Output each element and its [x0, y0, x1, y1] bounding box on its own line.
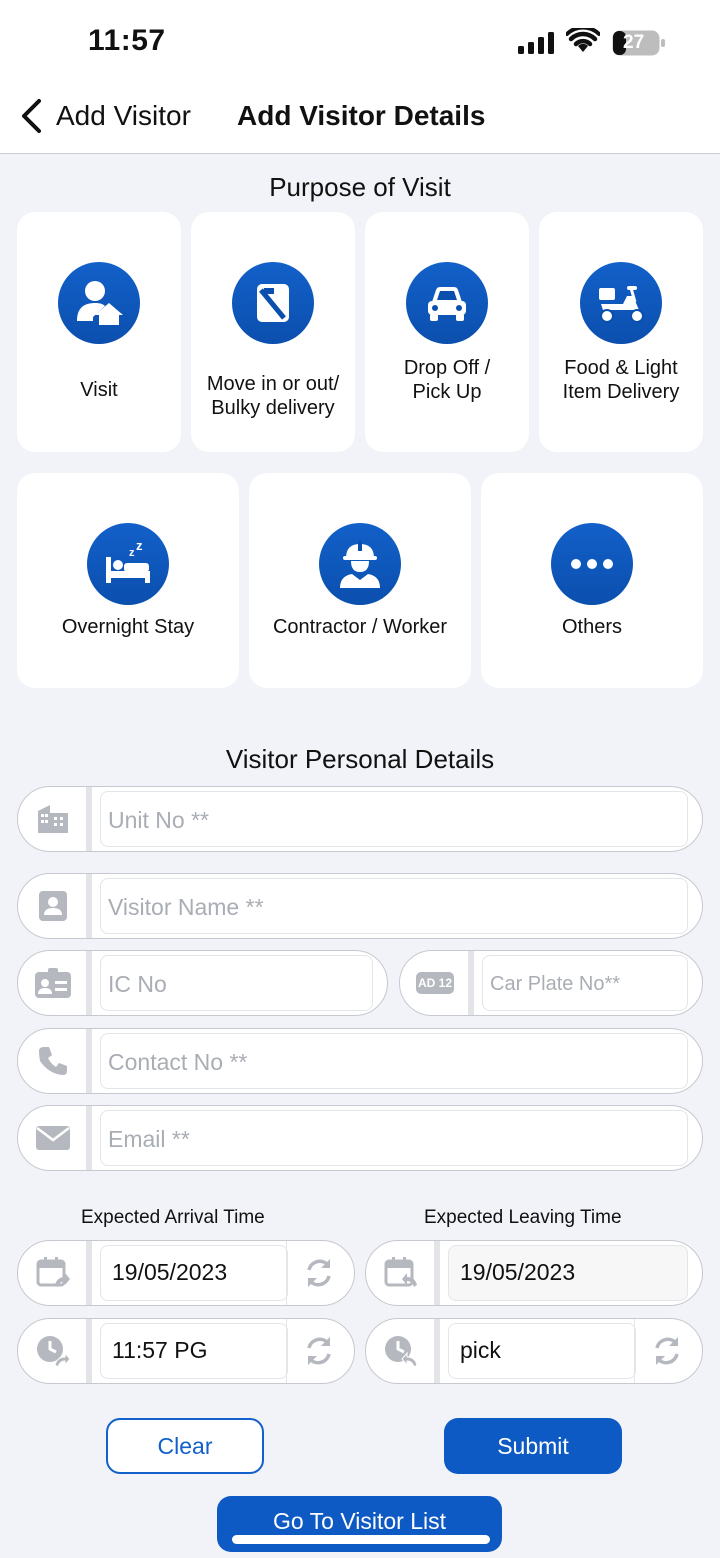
car-plate-input[interactable]	[490, 961, 690, 1007]
purpose-card-dropoff[interactable]: Drop Off / Pick Up	[365, 212, 529, 452]
purpose-label-delivery: Food & Light Item Delivery	[562, 357, 680, 403]
arrival-time-field[interactable]: 11:57 PG	[17, 1318, 355, 1384]
purpose-card-others[interactable]: Others	[481, 473, 703, 688]
building-icon	[18, 787, 88, 851]
calendar-leaving-icon	[366, 1241, 436, 1305]
arrival-date-field[interactable]: 19/05/2023	[17, 1240, 355, 1306]
purpose-label-overnight: Overnight Stay	[61, 616, 195, 638]
leaving-date-field[interactable]: 19/05/2023	[365, 1240, 703, 1306]
visitor-name-field[interactable]	[17, 873, 703, 939]
arrival-time-label: Expected Arrival Time	[81, 1207, 265, 1228]
arrival-date-value: 19/05/2023	[112, 1259, 228, 1285]
status-bar: 11:57 27	[0, 0, 720, 84]
arrival-time-refresh-icon[interactable]	[286, 1319, 350, 1383]
leaving-time-field[interactable]: pick	[365, 1318, 703, 1384]
calendar-arrival-icon	[18, 1241, 88, 1305]
purpose-label-contractor: Contractor / Worker	[272, 616, 448, 638]
clear-button[interactable]: Clear	[106, 1418, 264, 1474]
svg-text:z: z	[129, 547, 135, 559]
purpose-label-move: Move in or out/ Bulky delivery	[206, 373, 340, 419]
purpose-card-overnight[interactable]: z z Overnight Stay	[17, 473, 239, 688]
purpose-section-title: Purpose of Visit	[269, 172, 451, 202]
back-chevron-icon[interactable]	[18, 98, 44, 134]
arrival-time-value: 11:57 PG	[112, 1337, 208, 1363]
purpose-label-others: Others	[561, 616, 623, 638]
license-plate-icon-text: AD 12	[416, 972, 454, 994]
page-title: Add Visitor Details	[237, 100, 486, 131]
clock-leaving-icon	[366, 1319, 436, 1383]
envelope-icon	[18, 1106, 88, 1170]
leaving-time-label: Expected Leaving Time	[424, 1207, 622, 1228]
leaving-time-refresh-icon[interactable]	[634, 1319, 698, 1383]
more-dots-icon	[551, 523, 633, 605]
svg-text:z: z	[136, 539, 143, 553]
car-plate-field[interactable]: AD 12	[399, 950, 703, 1016]
battery-icon: 27	[612, 30, 666, 56]
battery-level: 27	[623, 32, 645, 53]
moving-box-icon	[232, 262, 314, 344]
car-icon	[406, 262, 488, 344]
leaving-date-value: 19/05/2023	[460, 1259, 576, 1285]
purpose-label-visit: Visit	[80, 379, 118, 401]
clock-arrival-icon	[18, 1319, 88, 1383]
unit-no-field[interactable]	[17, 786, 703, 852]
email-input[interactable]	[108, 1116, 668, 1162]
contact-card-icon	[18, 874, 88, 938]
arrival-date-refresh-icon[interactable]	[286, 1241, 350, 1305]
home-indicator	[232, 1535, 490, 1544]
back-button[interactable]: Add Visitor	[56, 100, 191, 132]
contact-no-input[interactable]	[108, 1039, 668, 1085]
visitor-name-input[interactable]	[108, 884, 668, 930]
bed-sleep-icon: z z	[87, 523, 169, 605]
ic-no-input[interactable]	[108, 961, 368, 1007]
contact-no-field[interactable]	[17, 1028, 703, 1094]
personal-section-title: Visitor Personal Details	[225, 744, 495, 774]
email-field[interactable]	[17, 1105, 703, 1171]
scooter-icon	[580, 262, 662, 344]
purpose-card-visit[interactable]: Visit	[17, 212, 181, 452]
submit-button[interactable]: Submit	[444, 1418, 622, 1474]
status-time: 11:57	[88, 24, 166, 57]
id-card-icon	[18, 951, 88, 1015]
navigation-bar: Add Visitor Add Visitor Details	[0, 84, 720, 154]
purpose-card-contractor[interactable]: Contractor / Worker	[249, 473, 471, 688]
worker-helmet-icon	[319, 523, 401, 605]
purpose-card-move[interactable]: Move in or out/ Bulky delivery	[191, 212, 355, 452]
cellular-signal-icon	[518, 32, 554, 54]
phone-icon	[18, 1029, 88, 1093]
visitor-home-icon	[58, 262, 140, 344]
leaving-time-value: pick	[460, 1337, 501, 1363]
unit-no-input[interactable]	[108, 797, 668, 843]
purpose-card-delivery[interactable]: Food & Light Item Delivery	[539, 212, 703, 452]
purpose-label-dropoff: Drop Off / Pick Up	[403, 357, 491, 403]
license-plate-icon: AD 12	[400, 951, 470, 1015]
ic-no-field[interactable]	[17, 950, 388, 1016]
wifi-icon	[566, 28, 600, 52]
